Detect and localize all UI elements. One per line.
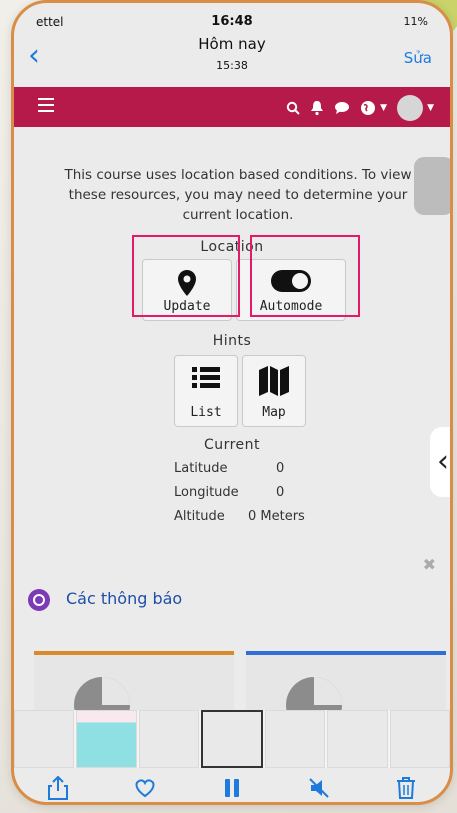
list-icon: [175, 366, 237, 394]
header-icons: ▼ ▼: [286, 95, 434, 121]
search-icon[interactable]: [286, 101, 300, 115]
thumbnail[interactable]: [327, 710, 388, 768]
thumbnail-selected[interactable]: [200, 710, 264, 768]
close-icon[interactable]: ✖: [423, 555, 436, 574]
thumbnail[interactable]: [389, 710, 450, 768]
longitude-label: Longitude: [174, 485, 239, 500]
status-bar: ettel 16:48 11%: [14, 3, 450, 33]
thumbnail[interactable]: [265, 710, 326, 768]
latitude-value: 0: [276, 461, 285, 476]
chat-icon[interactable]: [334, 101, 350, 115]
altitude-label: Altitude: [174, 509, 225, 524]
share-icon[interactable]: [38, 772, 78, 802]
chevron-down-icon[interactable]: ▼: [427, 103, 434, 113]
highlight-update: [132, 235, 240, 317]
latitude-label: Latitude: [174, 461, 228, 476]
photo-toolbar: [14, 768, 450, 802]
bell-icon[interactable]: [310, 100, 324, 116]
pause-icon[interactable]: [212, 772, 252, 802]
phone-screen: ettel 16:48 11% ‹ Hôm nay 15:38 Sửa ▼ ▼ …: [11, 0, 453, 805]
photo-thumbnail-strip[interactable]: [14, 710, 450, 768]
list-label: List: [190, 405, 222, 420]
thumbnail[interactable]: [14, 710, 75, 768]
chevron-left-icon[interactable]: ‹: [430, 427, 450, 497]
heart-icon[interactable]: [125, 772, 165, 802]
thumbnail[interactable]: [138, 710, 199, 768]
photo-nav-bar: ‹ Hôm nay 15:38 Sửa: [14, 31, 450, 83]
location-intro: This course uses location based conditio…: [64, 167, 412, 223]
battery-indicator: 11%: [403, 15, 428, 28]
globe-icon[interactable]: [360, 100, 376, 116]
map-icon: [243, 366, 305, 396]
site-header: ▼ ▼: [14, 87, 450, 127]
list-hints-button[interactable]: List: [174, 355, 238, 427]
nav-subtitle: 15:38: [216, 59, 248, 72]
avatar[interactable]: [397, 95, 424, 121]
announcements-link[interactable]: Các thông báo: [66, 589, 182, 608]
map-label: Map: [262, 405, 286, 420]
altitude-value: 0 Meters: [248, 509, 305, 524]
map-hints-button[interactable]: Map: [242, 355, 306, 427]
assistive-touch-button[interactable]: [414, 157, 450, 215]
chevron-down-icon[interactable]: ▼: [380, 103, 387, 113]
main-content: This course uses location based conditio…: [14, 127, 450, 733]
menu-icon[interactable]: [38, 98, 54, 116]
nav-title: Hôm nay: [198, 35, 266, 53]
current-heading: Current: [203, 437, 261, 453]
status-time: 16:48: [211, 14, 253, 29]
trash-icon[interactable]: [386, 772, 426, 802]
edit-button[interactable]: Sửa: [404, 49, 432, 67]
longitude-value: 0: [276, 485, 285, 500]
hints-heading: Hints: [212, 333, 252, 349]
forum-icon: [28, 589, 50, 611]
mute-icon[interactable]: [299, 772, 339, 802]
thumbnail[interactable]: [76, 710, 137, 768]
highlight-automode: [250, 235, 360, 317]
